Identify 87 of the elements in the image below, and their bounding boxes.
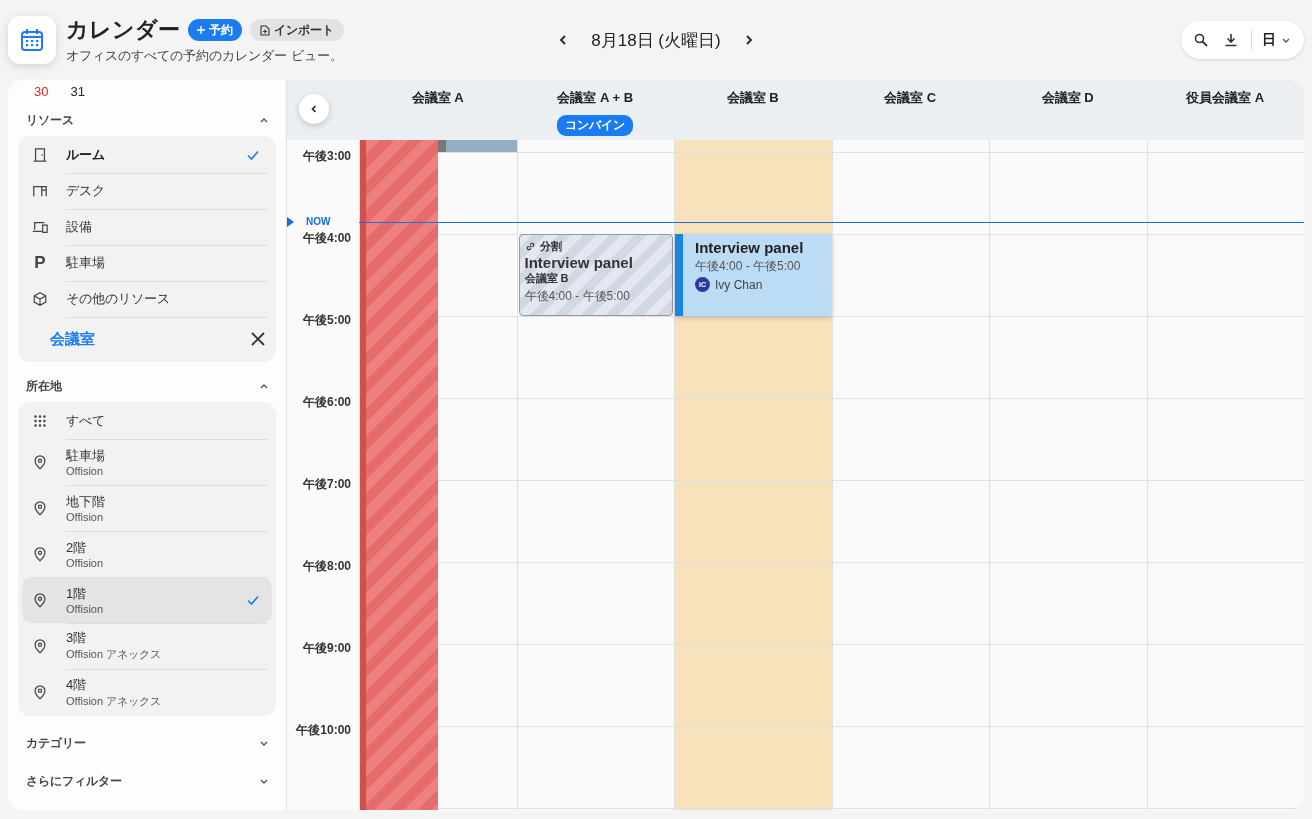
document-icon	[260, 24, 270, 36]
room-column-header: 会議室 A	[411, 89, 464, 107]
room-column-header: 会議室 B	[726, 89, 779, 107]
item-label: 1階	[66, 584, 88, 603]
section-header[interactable]: 所在地	[8, 370, 286, 402]
search-field[interactable]: 会議室	[50, 330, 251, 348]
now-label: NOW	[306, 215, 331, 227]
box-icon	[32, 291, 48, 307]
item-label: デスク	[66, 181, 106, 200]
time-label: 午後5:00	[302, 312, 351, 329]
app-icon	[8, 16, 56, 64]
view-dropdown[interactable]: 日	[1262, 31, 1292, 49]
item-label: 設備	[66, 217, 93, 236]
import-button[interactable]: インポート	[250, 19, 344, 41]
page-subtitle: オフィスのすべての予約のカレンダー ビュー。	[66, 47, 344, 65]
room-column-header: 会議室 A + B	[557, 89, 634, 107]
page-title: カレンダー	[66, 16, 180, 44]
time-label: 午後10:00	[296, 722, 351, 739]
event-room: 会議室 B	[524, 271, 570, 286]
location-pin-icon	[32, 638, 48, 654]
item-subtitle: Offision アネックス	[66, 647, 163, 662]
time-label: 午後7:00	[302, 476, 351, 493]
search-icon	[1194, 33, 1208, 47]
event-time: 午後4:00 - 午後5:00	[695, 258, 802, 275]
item-subtitle: Offision	[66, 464, 105, 477]
filter-section-header[interactable]: カテゴリー	[8, 724, 286, 762]
resource-item[interactable]: デスク	[22, 173, 272, 209]
devices-icon	[32, 219, 48, 235]
event-card[interactable]: 分割 Interview panel 会議室 B 午後4:00 - 午後5:00	[518, 234, 673, 316]
location-item[interactable]: 1階 Offision	[22, 577, 272, 623]
time-label: 午後4:00	[302, 230, 351, 247]
new-booking-button[interactable]: 予約	[188, 19, 242, 41]
resource-item[interactable]: 設備	[22, 209, 272, 245]
room-column-header: 会議室 D	[1041, 89, 1094, 107]
resource-item[interactable]: その他のリソース	[22, 281, 272, 317]
calendar-day[interactable]: 30	[34, 84, 49, 104]
item-subtitle: Offision アネックス	[66, 693, 163, 709]
room-column-header: 役員会議室 A	[1186, 89, 1265, 107]
resource-item[interactable]: P 駐車場	[22, 245, 272, 281]
location-pin-icon	[32, 454, 48, 470]
desk-icon	[32, 183, 48, 199]
person-name: Ivy Chan	[715, 277, 763, 292]
room-column-header: 会議室 C	[884, 89, 937, 107]
door-icon	[32, 147, 48, 163]
split-tag: 分割	[539, 239, 562, 254]
current-date: 8月18日 (火曜日)	[591, 29, 721, 52]
plus-icon	[197, 26, 205, 34]
location-item[interactable]: 4階 Offision アネックス	[22, 669, 272, 715]
section-header[interactable]: リソース	[8, 104, 286, 136]
time-label: 午後3:00	[302, 148, 351, 165]
resource-item[interactable]: すべて	[22, 403, 272, 439]
combined-tag: コンバイン	[557, 115, 634, 136]
resource-item[interactable]: ルーム	[22, 137, 272, 173]
location-pin-icon	[32, 500, 48, 516]
location-pin-icon	[32, 592, 48, 608]
location-pin-icon	[32, 684, 48, 700]
item-label: 駐車場	[66, 253, 106, 272]
item-subtitle: Offision	[66, 602, 105, 615]
parking-icon: P	[32, 255, 48, 271]
calendar-day[interactable]: 31	[70, 84, 85, 104]
item-label: 地下階	[66, 492, 106, 511]
time-label: 午後8:00	[302, 558, 351, 575]
event-time: 午後4:00 - 午後5:00	[524, 288, 631, 305]
item-label: 3階	[66, 629, 88, 647]
filter-section-header[interactable]: さらにフィルター	[8, 762, 286, 800]
item-label: 2階	[66, 538, 88, 557]
item-label: 4階	[66, 675, 88, 694]
clear-search-button[interactable]	[251, 332, 265, 346]
location-item[interactable]: 地下階 Offision	[22, 485, 272, 531]
item-label: 駐車場	[66, 446, 106, 465]
download-icon	[1224, 33, 1238, 47]
item-subtitle: Offision	[66, 510, 105, 523]
event-title: Interview panel	[524, 254, 634, 271]
chevron-left-icon	[309, 104, 319, 114]
location-item[interactable]: 3階 Offision アネックス	[22, 623, 272, 669]
location-item[interactable]: 駐車場 Offision	[22, 439, 272, 485]
time-label: 午後9:00	[302, 640, 351, 657]
time-label: 午後6:00	[302, 394, 351, 411]
item-label: すべて	[66, 411, 106, 430]
link-icon	[524, 241, 536, 252]
item-label: その他のリソース	[66, 289, 171, 308]
close-icon	[251, 332, 265, 346]
grid-icon	[32, 413, 48, 429]
event-title: Interview panel	[695, 239, 805, 256]
item-label: ルーム	[66, 145, 106, 164]
item-subtitle: Offision	[66, 556, 105, 569]
location-pin-icon	[32, 546, 48, 562]
